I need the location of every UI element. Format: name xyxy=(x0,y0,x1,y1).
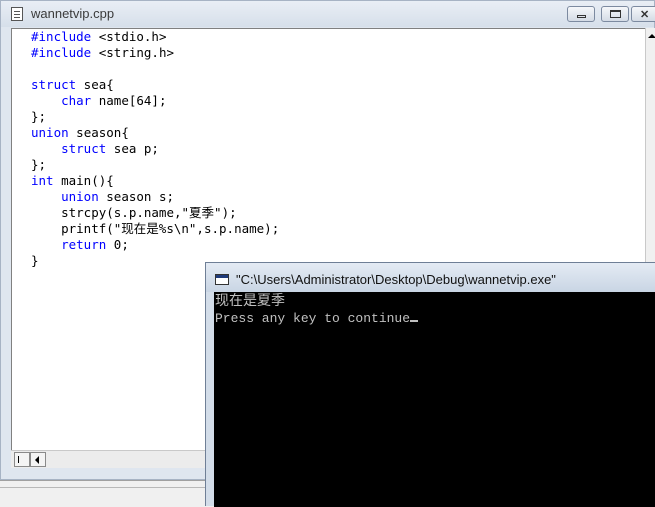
code-text-segment: strcpy(s.p.name,"夏季"); xyxy=(31,205,237,220)
minimize-icon xyxy=(577,15,586,18)
code-line[interactable]: #include <stdio.h> xyxy=(31,29,166,44)
document-icon xyxy=(11,7,23,21)
console-window: "C:\Users\Administrator\Desktop\Debug\wa… xyxy=(205,262,655,507)
editor-titlebar[interactable]: wannetvip.cpp ✕ xyxy=(1,1,655,27)
code-line[interactable]: strcpy(s.p.name,"夏季"); xyxy=(31,205,237,220)
code-line[interactable]: } xyxy=(31,253,39,268)
code-text-segment: sea p; xyxy=(106,141,159,156)
console-output[interactable]: 现在是夏季 Press any key to continue xyxy=(214,292,655,507)
code-text-segment: }; xyxy=(31,109,47,124)
code-text-segment: name[64]; xyxy=(91,93,167,108)
code-text-segment: season s; xyxy=(98,189,175,204)
scroll-up-arrow-icon[interactable] xyxy=(648,34,655,38)
code-line[interactable]: int main(){ xyxy=(31,173,114,188)
close-button[interactable]: ✕ xyxy=(631,6,655,22)
code-keyword: union xyxy=(61,189,99,204)
editor-title: wannetvip.cpp xyxy=(31,6,115,21)
code-keyword: #include xyxy=(31,45,92,60)
code-keyword: char xyxy=(61,93,92,108)
code-line[interactable]: struct sea{ xyxy=(31,77,114,92)
minimize-button[interactable] xyxy=(567,6,595,22)
code-line[interactable]: union season{ xyxy=(31,125,129,140)
console-prompt-line: Press any key to continue xyxy=(215,311,419,327)
code-text-segment: main(){ xyxy=(53,173,114,188)
console-output-line: 现在是夏季 xyxy=(215,293,285,309)
console-titlebar[interactable]: "C:\Users\Administrator\Desktop\Debug\wa… xyxy=(206,263,655,292)
code-keyword: union xyxy=(31,125,69,140)
maximize-button[interactable] xyxy=(601,6,629,22)
code-text-segment: printf("现在是%s\n",s.p.name); xyxy=(31,221,280,236)
code-text-segment: <stdio.h> xyxy=(91,29,167,44)
code-text[interactable]: #include <stdio.h> #include <string.h> s… xyxy=(31,29,279,269)
code-text-segment: season{ xyxy=(68,125,129,140)
console-title: "C:\Users\Administrator\Desktop\Debug\wa… xyxy=(236,272,556,287)
scroll-to-start-button[interactable] xyxy=(14,452,30,467)
code-line[interactable]: }; xyxy=(31,157,46,172)
code-text-segment: }; xyxy=(31,157,47,172)
code-text-segment: } xyxy=(31,253,39,268)
code-keyword: int xyxy=(31,173,54,188)
code-line[interactable]: struct sea p; xyxy=(31,141,159,156)
text-cursor xyxy=(410,320,419,322)
code-line[interactable]: union season s; xyxy=(31,189,174,204)
console-window-icon xyxy=(215,274,229,285)
code-line[interactable]: return 0; xyxy=(31,237,129,252)
console-prompt-text: Press any key to continue xyxy=(215,311,411,326)
code-keyword: return xyxy=(61,237,107,252)
code-keyword: struct xyxy=(61,141,107,156)
code-keyword: struct xyxy=(31,77,77,92)
maximize-icon xyxy=(610,10,621,18)
code-line[interactable]: printf("现在是%s\n",s.p.name); xyxy=(31,221,279,236)
code-text-segment: <string.h> xyxy=(91,45,175,60)
code-line[interactable]: char name[64]; xyxy=(31,93,166,108)
code-keyword: #include xyxy=(31,29,92,44)
scroll-left-button[interactable] xyxy=(30,452,46,467)
close-icon: ✕ xyxy=(640,9,650,21)
code-text-segment: 0; xyxy=(106,237,129,252)
code-line[interactable]: }; xyxy=(31,109,46,124)
code-line[interactable]: #include <string.h> xyxy=(31,45,174,60)
code-text-segment: sea{ xyxy=(76,77,114,92)
